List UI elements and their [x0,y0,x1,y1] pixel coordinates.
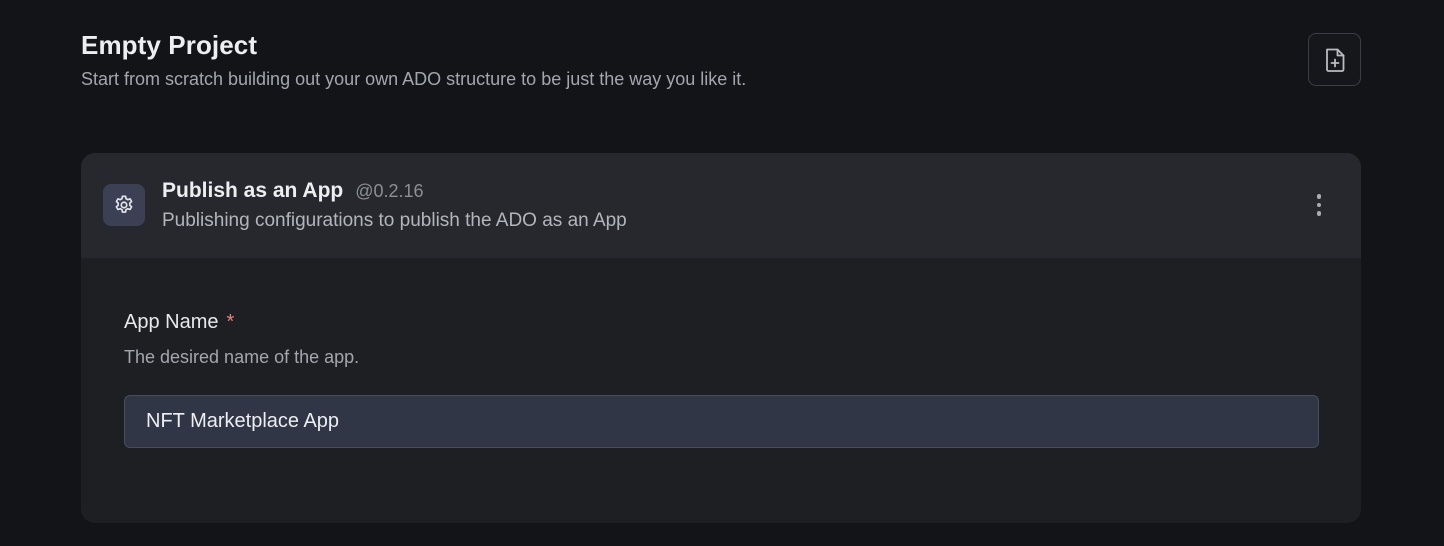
more-vertical-icon [1316,211,1322,216]
app-name-label-row: App Name * [124,311,234,334]
version-badge: @0.2.16 [355,181,424,201]
more-options-button[interactable] [1305,189,1333,221]
new-file-button[interactable] [1308,33,1361,86]
gear-icon [103,184,145,226]
publish-app-card: Publish as an App @0.2.16 Publishing con… [81,153,1361,523]
file-plus-icon [1323,47,1347,73]
page-subtitle: Start from scratch building out your own… [81,69,747,89]
card-header: Publish as an App @0.2.16 Publishing con… [81,153,1361,258]
app-name-label: App Name [124,311,219,333]
card-title: Publish as an App [162,179,344,202]
more-vertical-icon [1316,194,1322,199]
more-vertical-icon [1316,202,1322,208]
app-name-help: The desired name of the app. [124,347,360,367]
app-name-input[interactable] [124,395,1319,448]
page-title: Empty Project [81,30,258,60]
card-title-row: Publish as an App @0.2.16 [162,179,424,203]
project-header: Empty Project Start from scratch buildin… [81,28,1361,92]
card-description: Publishing configurations to publish the… [162,210,627,231]
required-asterisk: * [226,311,235,333]
page: Empty Project Start from scratch buildin… [0,0,1444,546]
